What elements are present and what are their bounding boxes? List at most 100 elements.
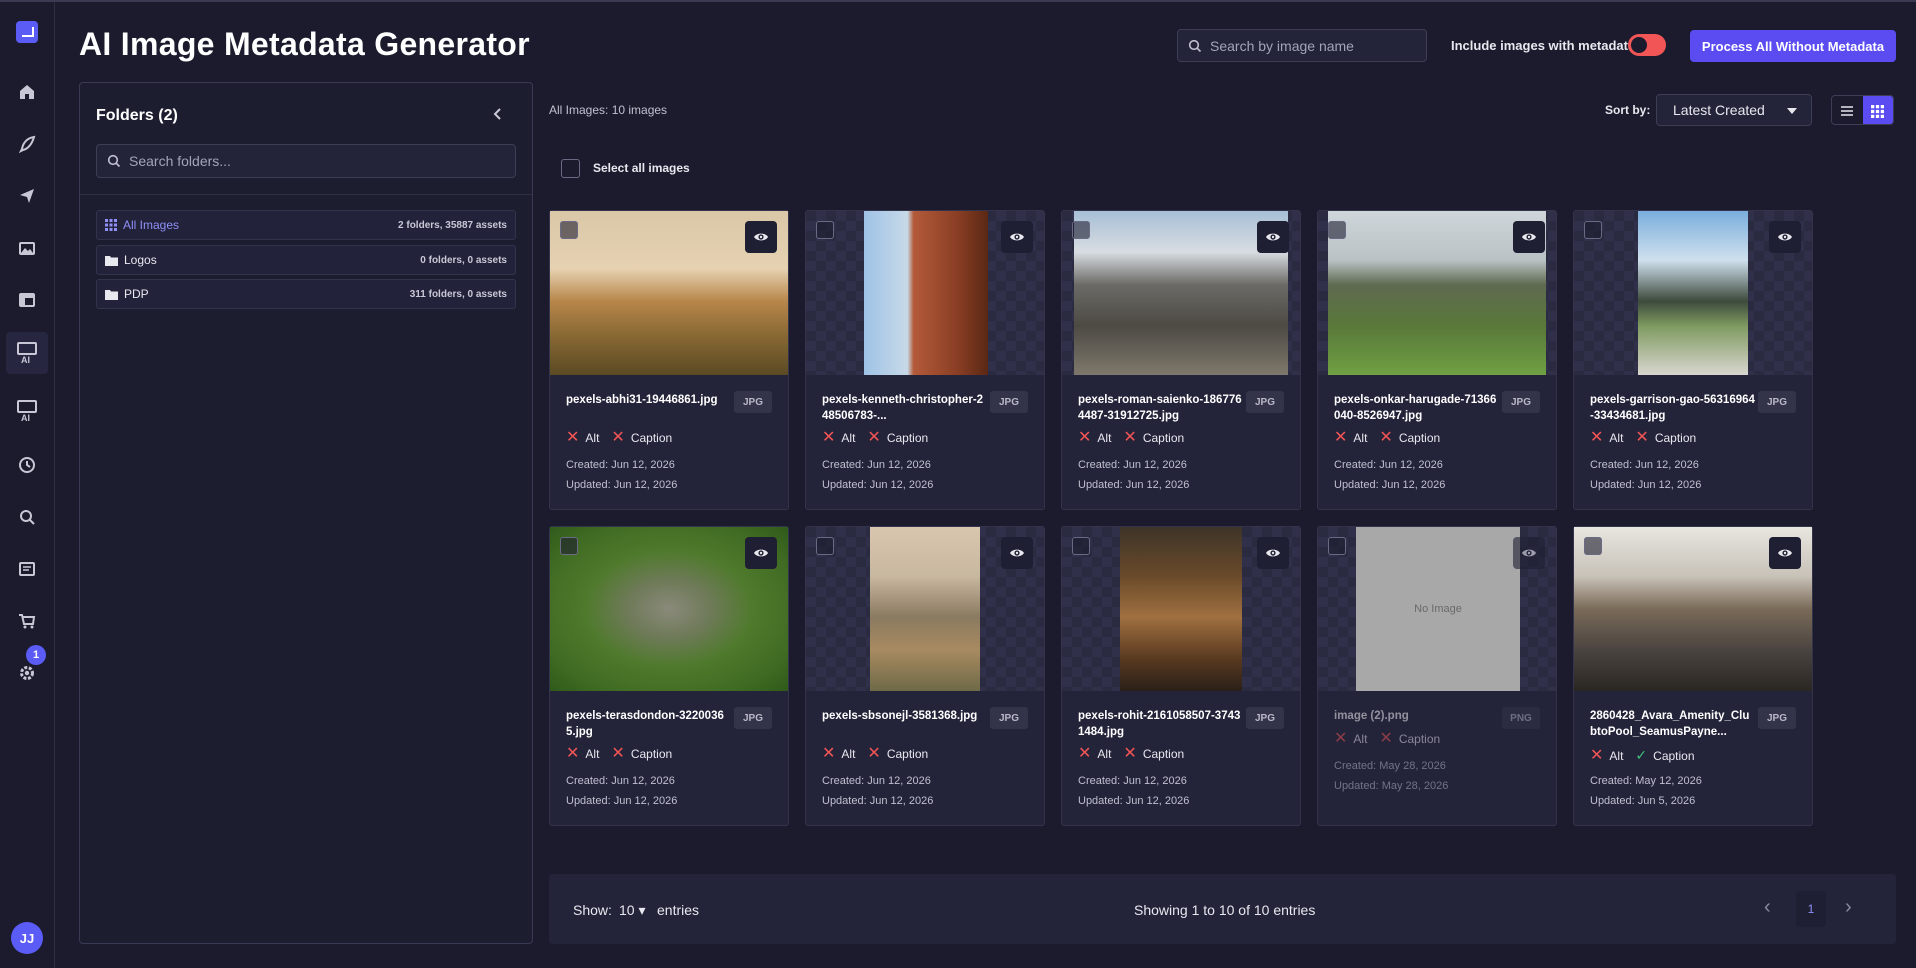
eye-preview-icon[interactable] [1257, 537, 1289, 569]
alt-label: Alt [1609, 431, 1624, 445]
folder-search-box[interactable] [96, 144, 516, 178]
eye-preview-icon[interactable] [1769, 537, 1801, 569]
image-card[interactable]: pexels-abhi31-19446861.jpg JPG ✕ Alt ✕ C… [549, 210, 789, 510]
alt-missing-x-icon: ✕ [1590, 429, 1604, 446]
created-date: Created: Jun 12, 2026 [566, 775, 675, 787]
pagination-footer: Show: 10 ▾ entries Showing 1 to 10 of 10… [549, 874, 1896, 944]
sort-select[interactable]: Latest Created [1656, 94, 1812, 126]
list-view-icon[interactable] [1832, 96, 1863, 124]
image-file-name: pexels-sbsonejl-3581368.jpg [822, 710, 978, 722]
image-search-box[interactable] [1177, 29, 1427, 62]
page-number-button[interactable]: 1 [1796, 891, 1826, 927]
folder-item-all-images[interactable]: All Images 2 folders, 35887 assets [96, 210, 516, 240]
history-icon[interactable] [12, 450, 42, 480]
image-card[interactable]: pexels-kenneth-christopher-248506783-...… [805, 210, 1045, 510]
page-size-select[interactable]: 10 ▾ [619, 902, 646, 919]
folder-search-input[interactable] [129, 153, 329, 169]
search-icon [107, 154, 121, 168]
app-logo-icon[interactable] [16, 21, 38, 43]
eye-preview-icon[interactable] [1769, 221, 1801, 253]
collapse-chevron-left-icon[interactable] [491, 105, 505, 126]
metadata-status: ✕ Alt ✕ Caption [822, 429, 940, 446]
image-select-checkbox[interactable] [816, 537, 834, 555]
image-card[interactable]: pexels-garrison-gao-56316964-33434681.jp… [1573, 210, 1813, 510]
image-card[interactable]: pexels-terasdondon-32200365.jpg JPG ✕ Al… [549, 526, 789, 826]
image-select-checkbox[interactable] [1072, 537, 1090, 555]
image-select-checkbox[interactable] [816, 221, 834, 239]
eye-preview-icon[interactable] [745, 537, 777, 569]
metadata-status: ✕ Alt ✕ Caption [1590, 429, 1708, 446]
sort-by-label: Sort by: [1605, 103, 1651, 117]
metadata-status: ✕ Alt ✕ Caption [1334, 429, 1452, 446]
search-icon[interactable] [12, 502, 42, 532]
folder-name: Logos [124, 253, 157, 267]
eye-preview-icon[interactable] [1513, 537, 1545, 569]
eye-preview-icon[interactable] [1001, 537, 1033, 569]
eye-preview-icon[interactable] [745, 221, 777, 253]
image-search-input[interactable] [1210, 37, 1410, 54]
view-toggle [1831, 95, 1894, 125]
ai-image-icon[interactable]: AI [12, 396, 42, 426]
home-icon[interactable] [12, 77, 42, 107]
process-all-button[interactable]: Process All Without Metadata [1690, 30, 1896, 62]
caption-missing-x-icon: ✕ [1123, 429, 1137, 446]
alt-missing-x-icon: ✕ [1334, 429, 1348, 446]
metadata-status: ✕ Alt ✕ Caption [822, 746, 940, 762]
image-select-checkbox[interactable] [560, 537, 578, 555]
image-file-name: pexels-onkar-harugade-71366040-8526947.j… [1334, 394, 1497, 422]
user-avatar[interactable]: JJ [11, 922, 43, 954]
images-icon[interactable] [12, 233, 42, 263]
image-card[interactable]: pexels-rohit-2161058507-37431484.jpg JPG… [1061, 526, 1301, 826]
folder-count: 0 folders, 0 assets [420, 254, 507, 266]
layout-icon[interactable] [12, 285, 42, 315]
updated-date: Updated: Jun 12, 2026 [822, 795, 934, 807]
previous-page-chevron-icon[interactable]: ‹ [1764, 896, 1771, 919]
image-photo: No Image [1356, 527, 1520, 691]
caption-missing-x-icon: ✕ [611, 429, 625, 446]
ai-image-metadata-icon[interactable]: AI [6, 332, 48, 374]
metadata-status: ✕ Alt ✕ Caption [1078, 746, 1196, 762]
eye-preview-icon[interactable] [1001, 221, 1033, 253]
image-photo [1638, 211, 1748, 375]
image-select-checkbox[interactable] [1584, 221, 1602, 239]
eye-preview-icon[interactable] [1257, 221, 1289, 253]
image-select-checkbox[interactable] [1584, 537, 1602, 555]
no-image-text: No Image [1414, 603, 1462, 615]
folder-name: All Images [123, 218, 180, 232]
next-page-chevron-icon[interactable]: › [1845, 896, 1852, 919]
send-icon[interactable] [12, 181, 42, 211]
image-select-checkbox[interactable] [1328, 537, 1346, 555]
grid-view-icon[interactable] [1862, 96, 1893, 124]
image-select-checkbox[interactable] [560, 221, 578, 239]
cart-icon[interactable] [12, 606, 42, 636]
folder-item-pdp[interactable]: PDP 311 folders, 0 assets [96, 279, 516, 309]
showing-entries-text: Showing 1 to 10 of 10 entries [1134, 902, 1316, 918]
image-file-name: image (2).png [1334, 710, 1409, 722]
image-select-checkbox[interactable] [1328, 221, 1346, 239]
eye-preview-icon[interactable] [1513, 221, 1545, 253]
image-file-name: pexels-roman-saienko-1867764487-31912725… [1078, 394, 1242, 422]
file-type-badge: JPG [734, 391, 772, 413]
feather-icon[interactable] [12, 129, 42, 159]
caption-label: Caption [1398, 431, 1441, 445]
alt-missing-x-icon: ✕ [822, 429, 836, 446]
alt-label: Alt [1097, 431, 1112, 445]
report-icon[interactable] [12, 554, 42, 584]
left-nav-rail: AI AI 1 JJ [0, 2, 55, 968]
folder-item-logos[interactable]: Logos 0 folders, 0 assets [96, 245, 516, 275]
updated-date: Updated: Jun 12, 2026 [566, 795, 678, 807]
image-card[interactable]: pexels-roman-saienko-1867764487-31912725… [1061, 210, 1301, 510]
page-title: AI Image Metadata Generator [79, 26, 530, 62]
select-all-checkbox[interactable] [561, 159, 580, 178]
image-card[interactable]: No Image image (2).png PNG ✕ Alt ✕ Capti… [1317, 526, 1557, 826]
updated-date: Updated: Jun 12, 2026 [566, 479, 678, 491]
image-select-checkbox[interactable] [1072, 221, 1090, 239]
folder-icon [105, 255, 118, 266]
top-border [0, 0, 1916, 2]
image-card[interactable]: pexels-onkar-harugade-71366040-8526947.j… [1317, 210, 1557, 510]
image-card[interactable]: 2860428_Avara_Amenity_ClubtoPool_SeamusP… [1573, 526, 1813, 826]
include-metadata-toggle[interactable] [1628, 34, 1666, 56]
alt-missing-x-icon: ✕ [1334, 730, 1348, 747]
image-card[interactable]: pexels-sbsonejl-3581368.jpg JPG ✕ Alt ✕ … [805, 526, 1045, 826]
caption-missing-x-icon: ✕ [1379, 730, 1393, 747]
